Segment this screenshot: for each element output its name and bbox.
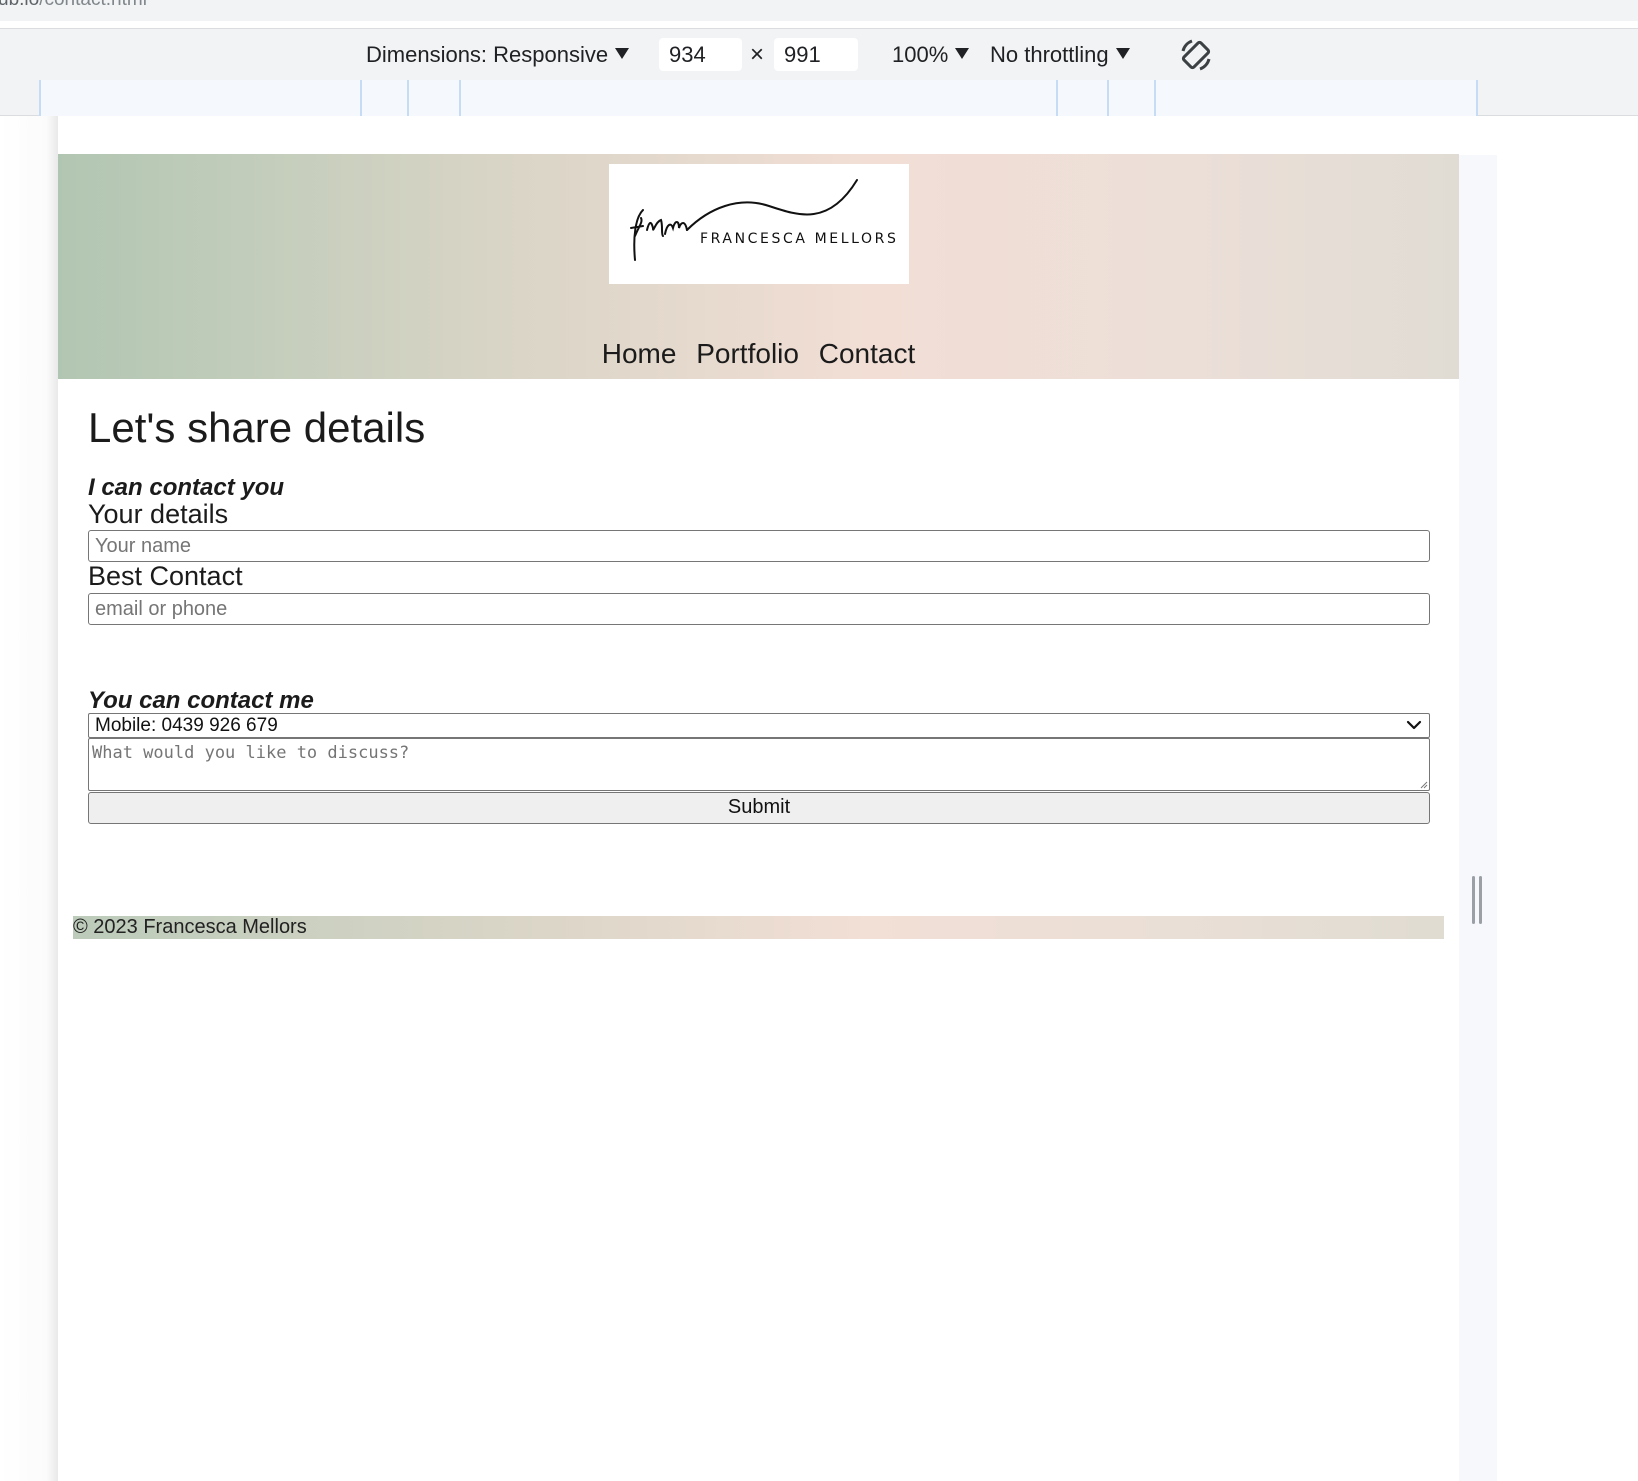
dropdown-arrow-icon [1115,47,1130,59]
url-path: /contact.html [39,0,147,10]
ruler-tick [39,80,41,116]
throttling-label: No throttling [990,42,1109,67]
ruler-tick [360,80,362,116]
best-contact-input[interactable]: email or phone [88,593,1430,625]
address-bar-url[interactable]: ub.io/contact.html [0,0,147,11]
resize-gutter [1458,155,1497,1481]
address-bar[interactable]: ub.io/contact.html [0,0,1638,21]
rotate-icon[interactable] [1178,37,1214,73]
ruler-tick [407,80,409,116]
ruler-tick [1107,80,1109,116]
name-input[interactable]: Your name [88,530,1430,562]
nav-home[interactable]: Home [602,338,677,369]
resize-handle[interactable] [1472,876,1484,924]
section-heading-contact-me: You can contact me [88,687,314,714]
device-toolbar: Dimensions: Responsive 934 × 991 100% No… [0,28,1638,80]
chevron-down-icon [1406,720,1422,730]
logo-wordmark: FRANCESCA MELLORS [700,231,899,247]
page-title: Let's share details [88,404,426,451]
zoom-label: 100% [892,42,949,67]
ruler-tick [1056,80,1058,116]
dropdown-arrow-icon [955,47,970,59]
viewport-width-input[interactable]: 934 [659,38,742,71]
zoom-dropdown[interactable]: 100% [892,29,970,81]
ruler-tick [1154,80,1156,116]
handle-bar [1479,876,1482,924]
message-placeholder: What would you like to discuss? [92,743,410,763]
your-details-label: Your details [88,499,229,529]
nav-contact[interactable]: Contact [819,338,916,369]
ruler-tick [459,80,461,116]
ruler-tick [1476,80,1478,116]
toolbar-gap [0,21,1638,28]
handle-bar [1472,876,1475,924]
url-host: ub.io [0,0,39,10]
dimensions-label: Dimensions: Responsive [366,42,609,67]
submit-button[interactable]: Submit [88,792,1430,824]
site-logo[interactable]: FRANCESCA MELLORS [609,164,909,284]
emulated-page: FRANCESCA MELLORS Home Portfolio Contact… [58,154,1459,1481]
ruler-segment [40,80,1478,116]
message-textarea[interactable]: What would you like to discuss? [88,738,1430,791]
section-heading-contact-you: I can contact you [88,474,285,501]
site-footer: © 2023 Francesca Mellors [73,916,1444,939]
site-header: FRANCESCA MELLORS Home Portfolio Contact [58,154,1459,379]
dimension-separator: × [750,41,765,68]
signature-logo-icon [630,179,858,261]
device-shadow [0,116,58,1481]
media-query-ruler [0,80,1638,116]
viewport-height-input[interactable]: 991 [774,38,858,71]
selected-option: Mobile: 0439 926 679 [95,715,278,736]
best-contact-label: Best Contact [88,561,243,591]
dimensions-dropdown[interactable]: Dimensions: Responsive [366,29,630,81]
resize-grip-icon[interactable] [1419,780,1428,789]
dropdown-arrow-icon [615,47,630,59]
nav-portfolio[interactable]: Portfolio [696,338,799,369]
throttling-dropdown[interactable]: No throttling [990,29,1130,81]
main-nav: Home Portfolio Contact [58,338,1459,370]
contact-method-select[interactable]: Mobile: 0439 926 679 [88,713,1430,738]
